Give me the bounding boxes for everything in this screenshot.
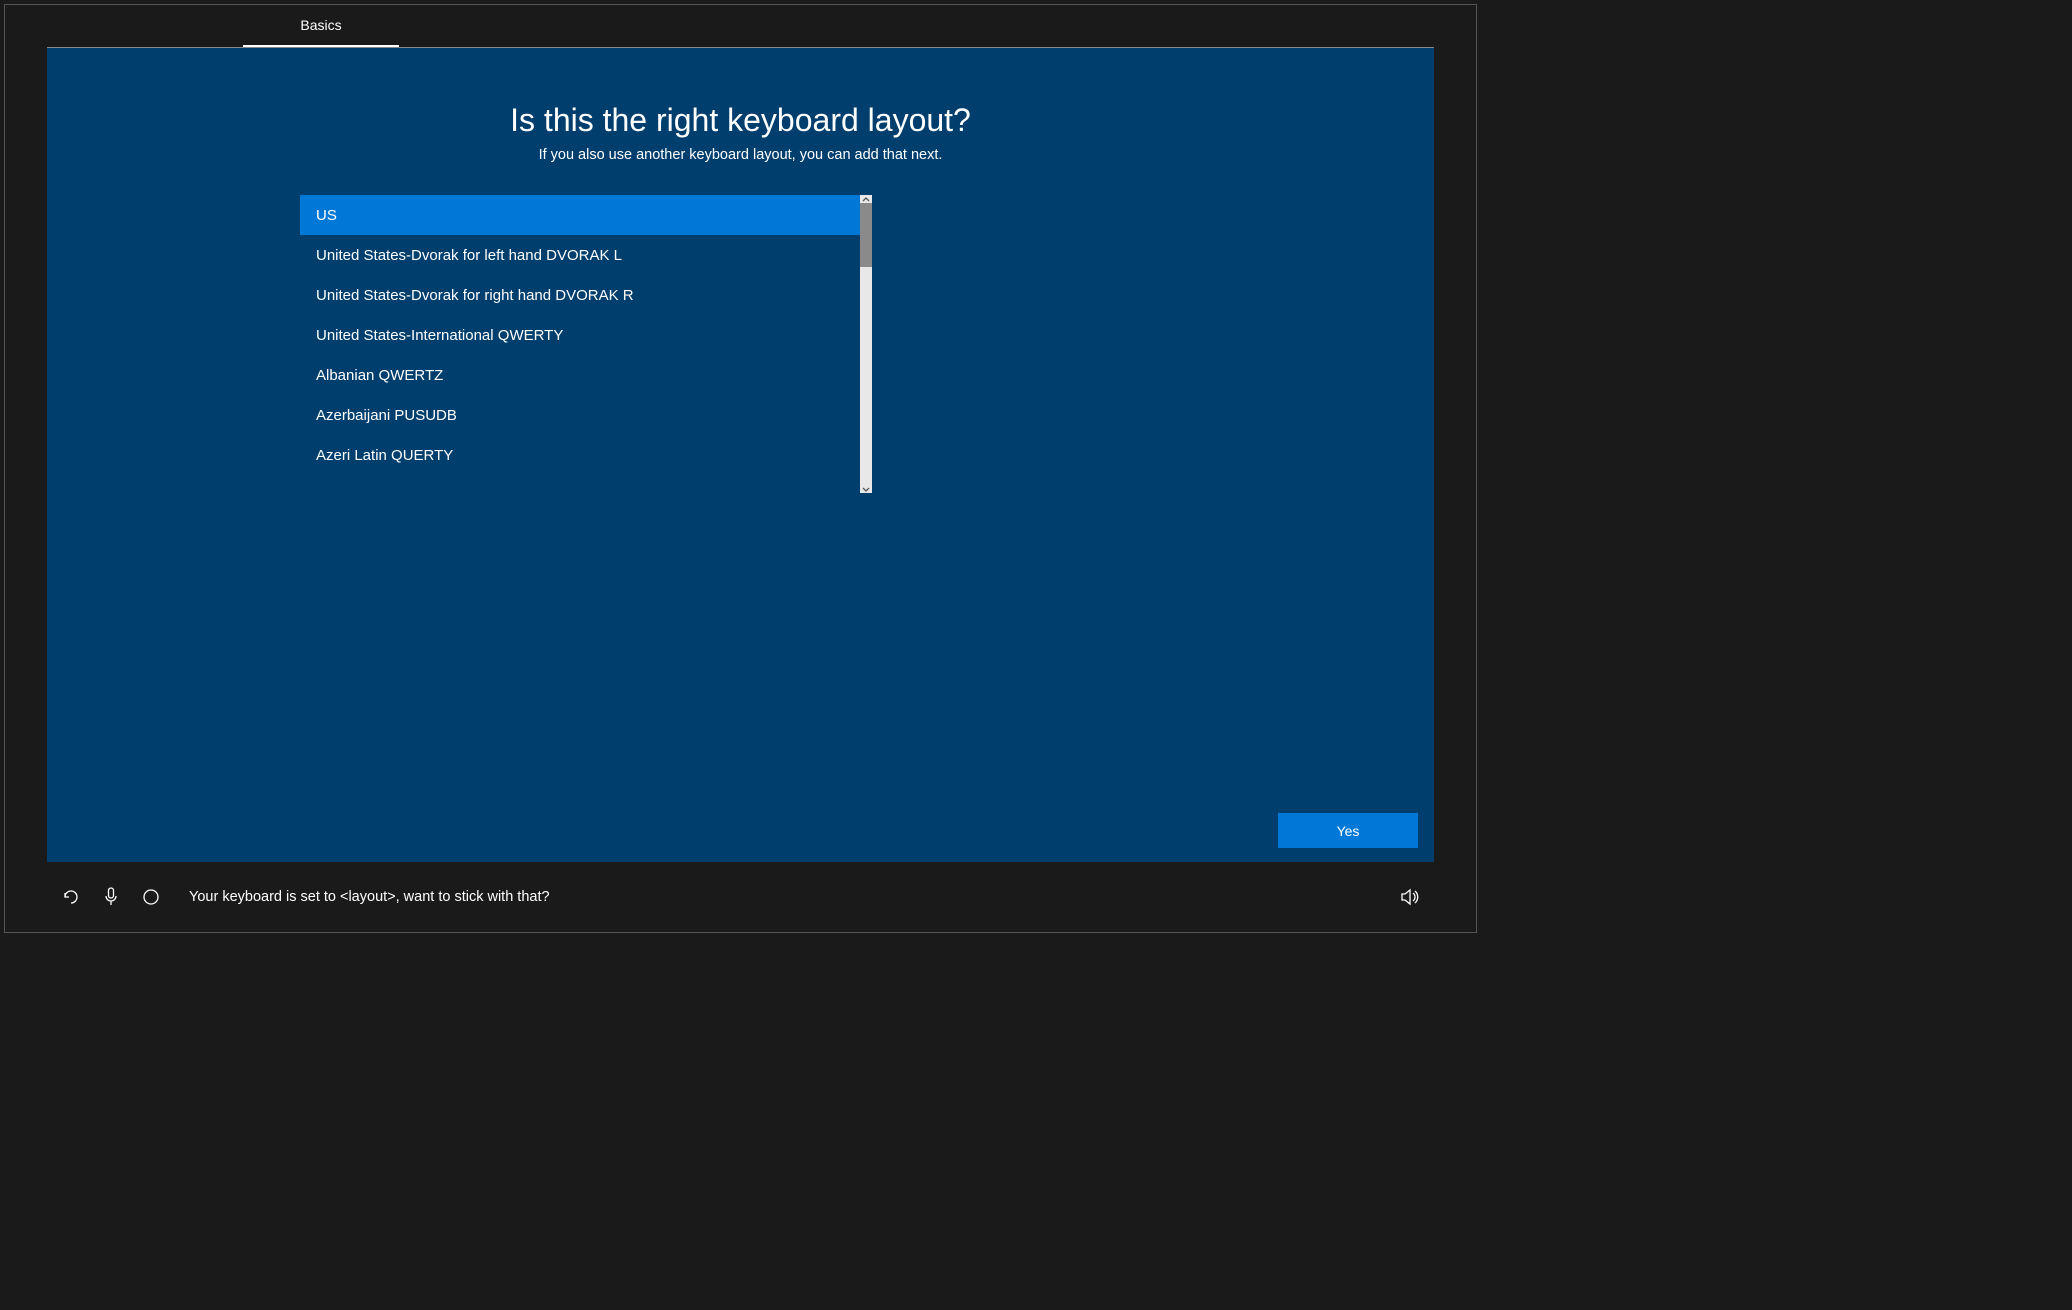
page-subheading: If you also use another keyboard layout,…	[47, 147, 1434, 163]
keyboard-layout-item[interactable]: Azeri Latin QUERTY	[300, 435, 860, 475]
tab-bar: Basics	[5, 5, 1476, 47]
keyboard-layout-item[interactable]: United States-Dvorak for right hand DVOR…	[300, 275, 860, 315]
keyboard-layout-item[interactable]: Azerbaijani PUSUDB	[300, 395, 860, 435]
keyboard-layout-item[interactable]: United States-Dvorak for left hand DVORA…	[300, 235, 860, 275]
microphone-icon[interactable]	[97, 883, 125, 911]
scrollbar-track[interactable]	[860, 195, 872, 493]
cortana-circle-icon[interactable]	[137, 883, 165, 911]
scrollbar-thumb[interactable]	[860, 203, 872, 267]
content-area: Is this the right keyboard layout? If yo…	[47, 47, 1434, 862]
keyboard-layout-item[interactable]: US	[300, 195, 860, 235]
oobe-frame: Basics Is this the right keyboard layout…	[4, 4, 1477, 933]
bottom-bar: Your keyboard is set to <layout>, want t…	[5, 862, 1476, 932]
yes-button[interactable]: Yes	[1278, 813, 1418, 848]
refresh-icon[interactable]	[57, 883, 85, 911]
cortana-message: Your keyboard is set to <layout>, want t…	[189, 889, 550, 905]
tab-basics[interactable]: Basics	[243, 5, 399, 47]
keyboard-layout-item[interactable]: United States-International QWERTY	[300, 315, 860, 355]
chevron-down-icon[interactable]	[860, 485, 872, 493]
keyboard-layout-list: USUnited States-Dvorak for left hand DVO…	[300, 195, 860, 495]
volume-icon[interactable]	[1396, 883, 1424, 911]
page-heading: Is this the right keyboard layout?	[47, 102, 1434, 139]
chevron-up-icon[interactable]	[860, 195, 872, 203]
keyboard-layout-item[interactable]: Albanian QWERTZ	[300, 355, 860, 395]
